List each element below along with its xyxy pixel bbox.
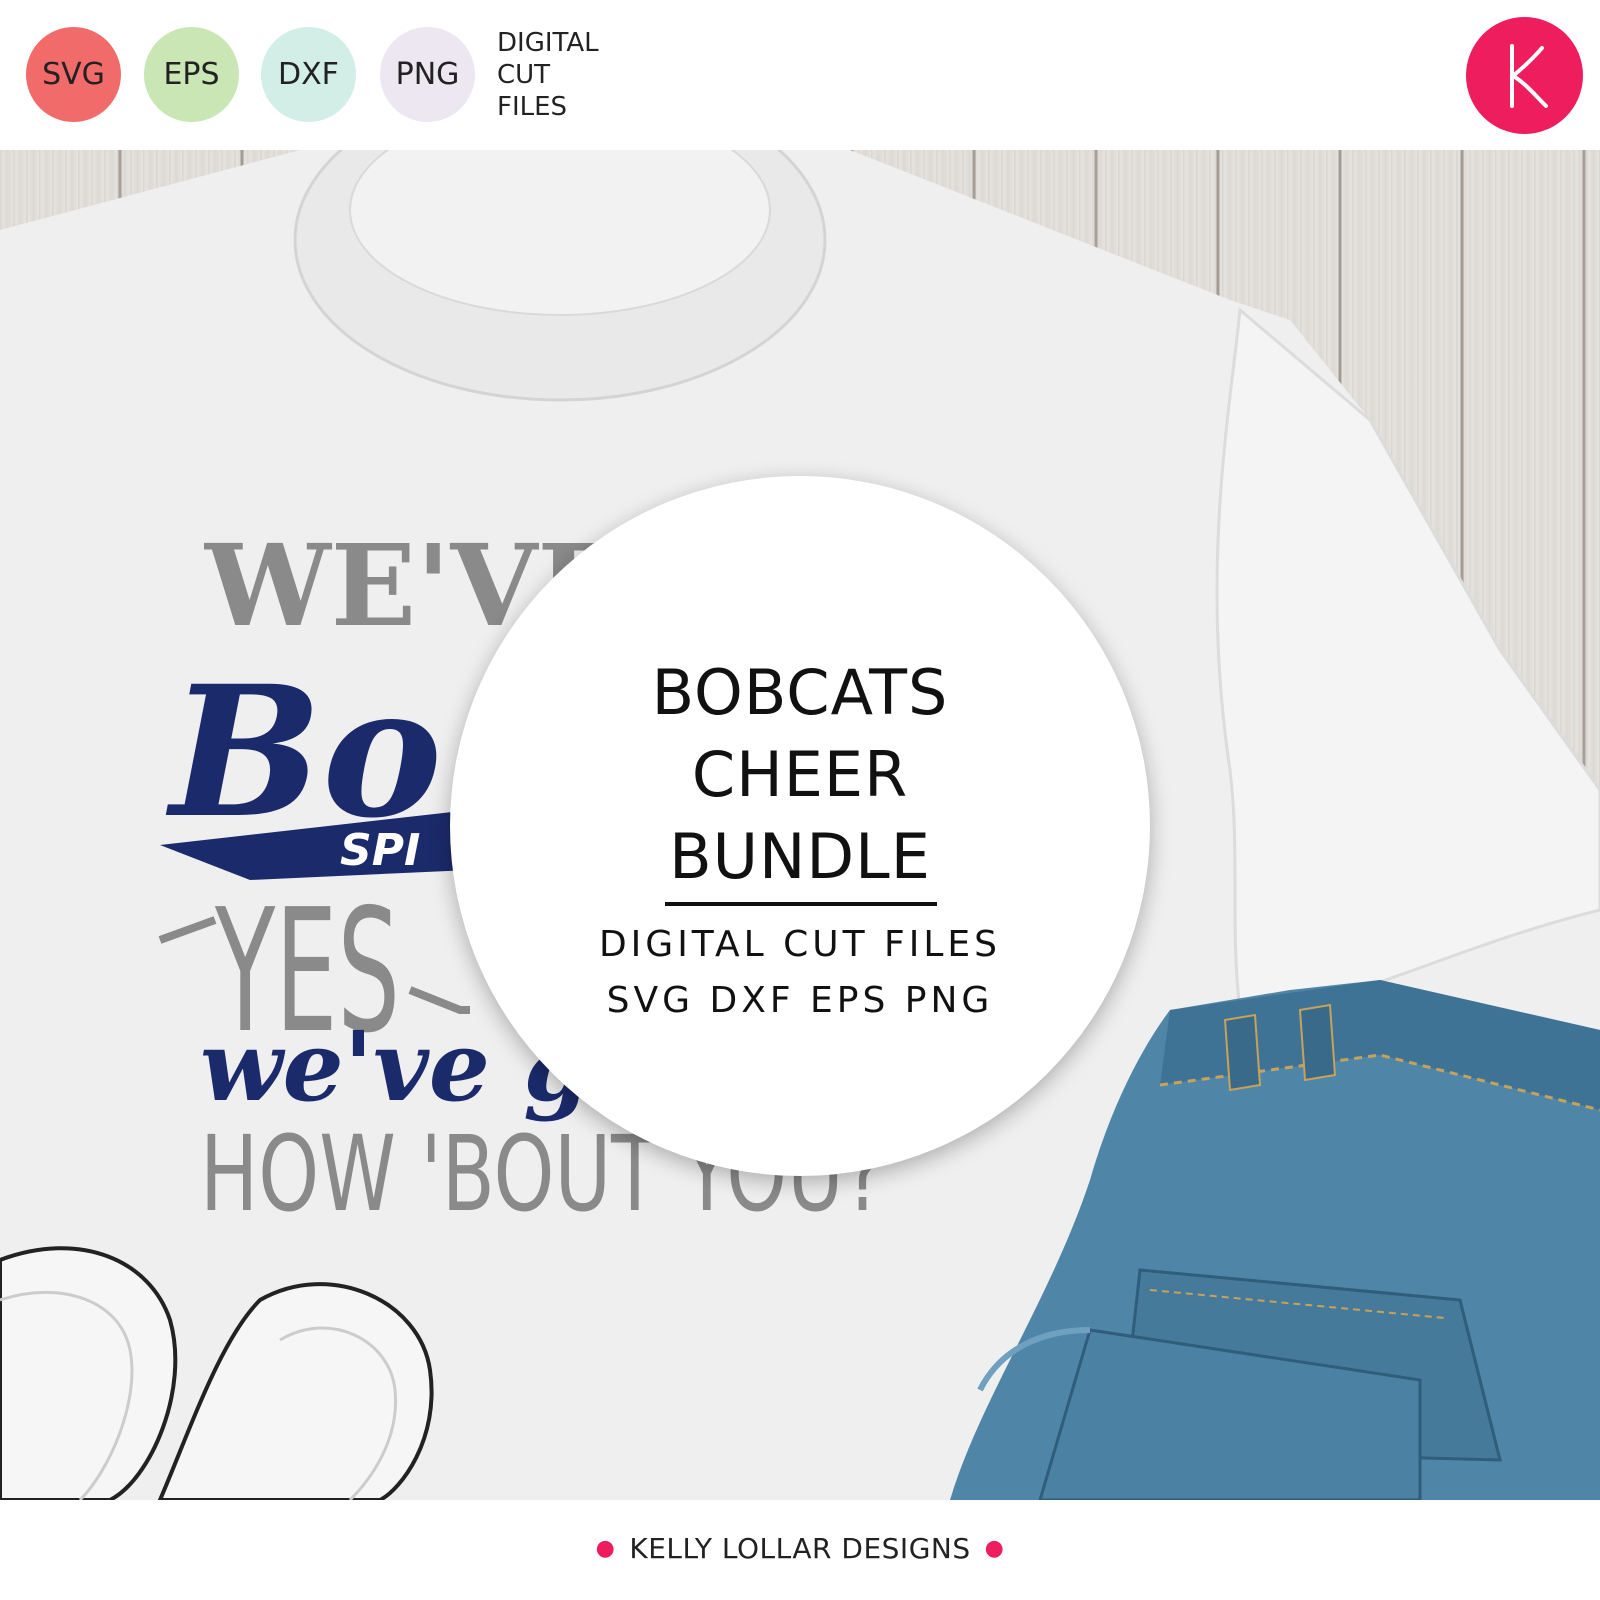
product-mockup: SVG EPS DXF PNG DIGITAL CUT FILES WE'VE …: [0, 0, 1600, 1600]
designer-credit: ● KELLY LOLLAR DESIGNS ●: [0, 1532, 1600, 1565]
subtitle-digital-cut-files: DIGITAL CUT FILES: [598, 924, 1002, 965]
design-banner-text: SPI: [340, 825, 420, 876]
bullet-dot-icon: ●: [595, 1536, 616, 1561]
format-header: SVG EPS DXF PNG DIGITAL CUT FILES: [0, 0, 1600, 150]
dxf-format-badge: DXF: [261, 27, 356, 122]
svg-format-badge: SVG: [26, 27, 121, 122]
title-line-bobcats: BOBCATS: [651, 656, 949, 729]
kelly-lollar-logo-icon: [1466, 17, 1583, 134]
title-line-bundle: BUNDLE: [669, 820, 931, 893]
design-dash-left: [158, 916, 217, 944]
k-letter-icon: [1508, 43, 1548, 108]
title-line-cheer: CHEER: [691, 738, 909, 811]
format-caption: DIGITAL CUT FILES: [497, 28, 599, 122]
bundle-title-card: BOBCATS CHEER BUNDLE DIGITAL CUT FILES S…: [450, 476, 1150, 1176]
footer: ● KELLY LOLLAR DESIGNS ●: [0, 1500, 1600, 1600]
title-underline: [665, 902, 937, 906]
eps-format-badge: EPS: [144, 27, 239, 122]
designer-name: KELLY LOLLAR DESIGNS: [629, 1532, 971, 1565]
subtitle-file-formats: SVG DXF EPS PNG: [606, 980, 994, 1021]
bullet-dot-icon: ●: [984, 1536, 1005, 1561]
png-format-badge: PNG: [380, 27, 475, 122]
